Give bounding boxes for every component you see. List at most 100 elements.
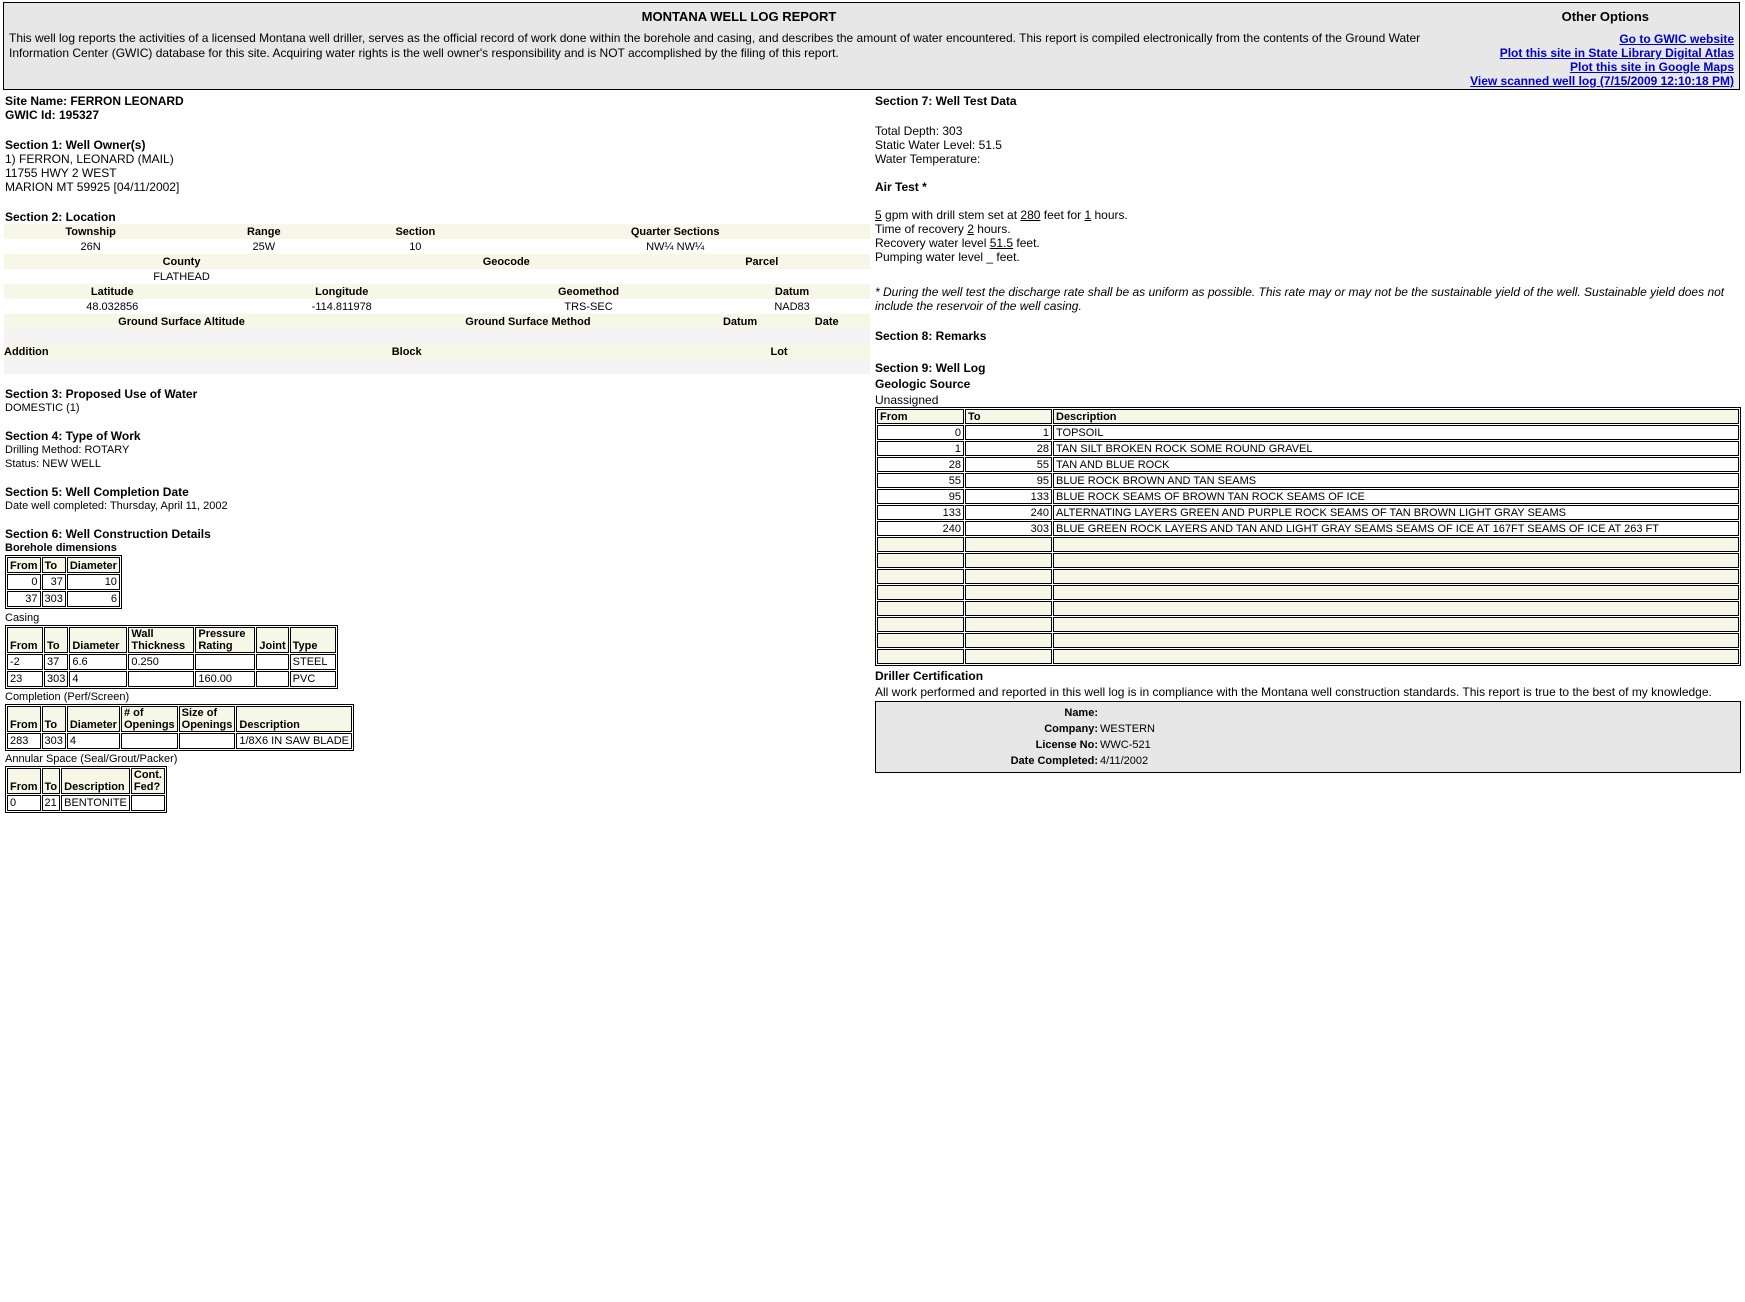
section-4-title: Section 4: Type of Work — [5, 429, 141, 443]
section-2-title: Section 2: Location — [5, 210, 116, 224]
proposed-use: DOMESTIC (1) — [5, 402, 80, 414]
empty-row — [877, 537, 1739, 552]
borehole-header: From — [7, 557, 41, 573]
google-maps-link[interactable]: Plot this site in Google Maps — [1470, 60, 1734, 74]
location-table-2: County Geocode Parcel FLATHEAD — [4, 254, 870, 284]
table-row: 0 1 TOPSOIL — [877, 425, 1739, 440]
cell: TAN SILT BROKEN ROCK SOME ROUND GRAVEL — [1053, 441, 1739, 456]
driller-certification-title: Driller Certification — [875, 669, 984, 683]
loc-value: FLATHEAD — [153, 270, 210, 283]
borehole-title: Borehole dimensions — [5, 542, 117, 554]
cell: 28 — [965, 441, 1052, 456]
loc-header: Ground Surface Method — [359, 314, 697, 329]
water-temperature: Water Temperature: — [875, 152, 981, 166]
digital-atlas-link[interactable]: Plot this site in State Library Digital … — [1470, 46, 1734, 60]
loc-value — [359, 269, 653, 284]
well-log-header: From — [877, 409, 964, 424]
cell: TOPSOIL — [1053, 425, 1739, 440]
cell — [256, 671, 289, 687]
cell — [120, 733, 178, 749]
completion-header: To — [41, 706, 66, 732]
certification-box: Name: Company: WESTERN License No: WWC-521… — [875, 701, 1741, 773]
loc-value: 48.032856 — [86, 300, 139, 313]
cell: PVC — [289, 671, 336, 687]
cell: -2 — [7, 654, 43, 670]
cell: 240 — [877, 521, 964, 536]
cell: 1 — [877, 441, 964, 456]
well-log-header: Description — [1053, 409, 1739, 424]
table-row: 37 303 6 — [7, 591, 120, 607]
cell: BLUE ROCK SEAMS OF BROWN TAN ROCK SEAMS … — [1053, 489, 1739, 504]
location-table-3: Latitude Longitude Geomethod Datum 48.03… — [4, 284, 870, 314]
empty-row — [877, 585, 1739, 600]
geologic-source-value: Unassigned — [875, 393, 939, 407]
section-8-title: Section 8: Remarks — [875, 329, 987, 343]
cell: 4 — [66, 733, 120, 749]
section-7-title: Section 7: Well Test Data — [875, 94, 1017, 108]
cell — [130, 795, 165, 811]
scanned-well-log-link[interactable]: View scanned well log (7/15/2009 12:10:1… — [1470, 74, 1734, 88]
text: feet. — [1013, 236, 1040, 250]
loc-header: Latitude — [4, 284, 221, 299]
cell: 0 — [7, 574, 41, 590]
casing-title: Casing — [5, 612, 40, 624]
table-row: 0 37 10 — [7, 574, 120, 590]
loc-header: Lot — [748, 344, 810, 359]
text: feet for — [1040, 208, 1085, 222]
location-table-4: Ground Surface Altitude Ground Surface M… — [4, 314, 870, 344]
site-name: Site Name: FERRON LEONARD — [5, 94, 184, 108]
gwic-website-link[interactable]: Go to GWIC website — [1470, 32, 1734, 46]
cell: 1 — [965, 425, 1052, 440]
loc-header: Section — [350, 224, 481, 239]
borehole-table: From To Diameter 0 37 10 37 303 6 — [5, 555, 122, 609]
cell: 240 — [965, 505, 1052, 520]
text: feet. — [993, 250, 1020, 264]
annular-table: From To Description Cont. Fed? 0 21 BENT… — [5, 766, 167, 813]
section-6-title: Section 6: Well Construction Details — [5, 527, 211, 541]
cell: 303 — [965, 521, 1052, 536]
cell: 283 — [7, 733, 41, 749]
completion-title: Completion (Perf/Screen) — [5, 691, 130, 703]
cell: BLUE GREEN ROCK LAYERS AND TAN AND LIGHT… — [1053, 521, 1739, 536]
completion-header: Diameter — [66, 706, 120, 732]
cell: BLUE ROCK BROWN AND TAN SEAMS — [1053, 473, 1739, 488]
location-table: Township Range Section Quarter Sections … — [4, 224, 870, 254]
cell: 95 — [965, 473, 1052, 488]
loc-header: Date — [783, 314, 870, 329]
loc-value: 26N — [80, 240, 101, 253]
static-water-level: Static Water Level: 51.5 — [875, 138, 1002, 152]
loc-header: Parcel — [653, 254, 870, 269]
cell: 1/8X6 IN SAW BLADE — [236, 733, 353, 749]
text: gpm with drill stem set at — [881, 208, 1021, 222]
cell — [256, 654, 289, 670]
air-test-rate: 5 gpm with drill stem set at 280 feet fo… — [875, 208, 1742, 222]
loc-header: Longitude — [220, 284, 463, 299]
cell: 303 — [41, 591, 66, 607]
cell: 6 — [66, 591, 120, 607]
cell: BENTONITE — [61, 795, 130, 811]
cell: ALTERNATING LAYERS GREEN AND PURPLE ROCK… — [1053, 505, 1739, 520]
loc-header: Block — [64, 344, 749, 359]
cell: 21 — [41, 795, 61, 811]
loc-header: Quarter Sections — [480, 224, 870, 239]
loc-header: Ground Surface Altitude — [4, 314, 360, 329]
owner-line: 1) FERRON, LEONARD (MAIL) — [5, 152, 174, 166]
recovery-time: Time of recovery 2 hours. — [875, 222, 1742, 236]
total-depth: Total Depth: 303 — [875, 124, 963, 138]
certification-text: All work performed and reported in this … — [875, 685, 1712, 699]
gwic-id: GWIC Id: 195327 — [5, 108, 100, 122]
cell: 133 — [965, 489, 1052, 504]
annular-header: Cont. Fed? — [130, 768, 165, 794]
cell: 160.00 — [195, 671, 256, 687]
recovery-level-value: 51.5 — [989, 236, 1014, 250]
casing-header: Diameter — [69, 627, 128, 653]
cell — [178, 733, 236, 749]
casing-header: Wall Thickness — [128, 627, 195, 653]
cell — [128, 671, 195, 687]
report-banner: MONTANA WELL LOG REPORT This well log re… — [3, 2, 1740, 90]
cell: 133 — [877, 505, 964, 520]
table-row: 28 55 TAN AND BLUE ROCK — [877, 457, 1739, 472]
empty-row — [877, 569, 1739, 584]
empty-row — [877, 553, 1739, 568]
report-intro: This well log reports the activities of … — [9, 31, 1421, 60]
